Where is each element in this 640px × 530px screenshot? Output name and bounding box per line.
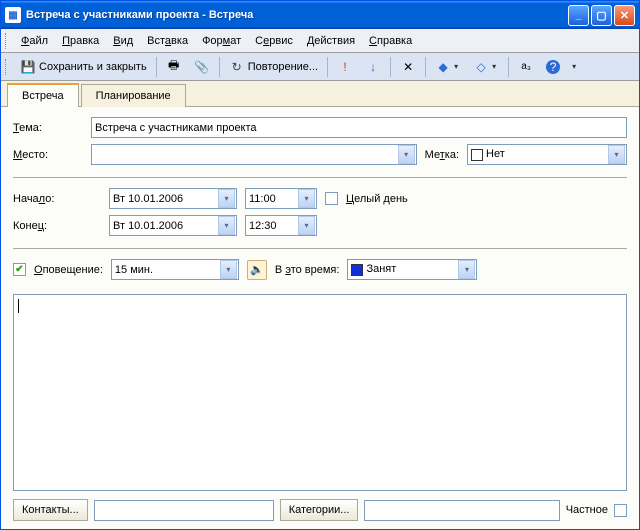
- tab-meeting[interactable]: Встреча: [7, 83, 79, 107]
- reminder-combo[interactable]: 15 мин. ▾: [111, 259, 239, 280]
- contacts-button[interactable]: Контакты...: [13, 499, 88, 521]
- chevron-up-icon: ◆: [435, 59, 451, 75]
- start-date-value: Вт 10.01.2006: [110, 193, 218, 205]
- menu-format[interactable]: Формат: [196, 32, 247, 50]
- end-date-combo[interactable]: Вт 10.01.2006 ▾: [109, 215, 237, 236]
- categories-input[interactable]: [364, 500, 559, 521]
- subject-label: Тема:: [13, 122, 83, 134]
- importance-low-button[interactable]: ↓: [360, 56, 386, 78]
- sound-button[interactable]: 🔈: [247, 260, 267, 280]
- delete-button[interactable]: ✕: [395, 56, 421, 78]
- busy-label: В это время:: [275, 264, 340, 276]
- end-date-value: Вт 10.01.2006: [110, 220, 218, 232]
- chevron-down-icon: ▾: [572, 62, 579, 71]
- prev-item-button[interactable]: ◆▾: [430, 56, 466, 78]
- form-panel: Тема: Место: ▾ Метка: Нет ▾ Начало: Вт 1…: [1, 107, 639, 529]
- chevron-down-icon[interactable]: ▾: [458, 260, 475, 279]
- window-title: Встреча с участниками проекта - Встреча: [26, 9, 568, 21]
- reminder-label: Оповещение:: [34, 264, 103, 276]
- chevron-down-nav-icon: ◇: [473, 59, 489, 75]
- menu-file[interactable]: Файл: [15, 32, 54, 50]
- start-label: Начало:: [13, 193, 101, 205]
- ab-icon: a₃: [518, 59, 534, 75]
- chevron-down-icon[interactable]: ▾: [298, 216, 315, 235]
- busy-swatch: [351, 264, 363, 276]
- attach-button[interactable]: 📎: [189, 56, 215, 78]
- app-icon: ▦: [5, 7, 21, 23]
- menu-service[interactable]: Сервис: [249, 32, 299, 50]
- marker-swatch: [471, 149, 483, 161]
- menubar: Файл Правка Вид Вставка Формат Сервис Де…: [1, 29, 639, 53]
- start-date-combo[interactable]: Вт 10.01.2006 ▾: [109, 188, 237, 209]
- busy-value: Занят: [348, 263, 458, 275]
- chevron-down-icon[interactable]: ▾: [298, 189, 315, 208]
- ab-button[interactable]: a₃: [513, 56, 539, 78]
- private-label: Частное: [566, 504, 608, 516]
- next-item-button[interactable]: ◇▾: [468, 56, 504, 78]
- menu-handle[interactable]: [5, 33, 9, 49]
- save-close-button[interactable]: 💾 Сохранить и закрыть: [15, 56, 152, 78]
- contacts-input[interactable]: [94, 500, 274, 521]
- allday-label: Целый день: [346, 193, 408, 205]
- end-time-combo[interactable]: 12:30 ▾: [245, 215, 317, 236]
- toolbar-handle[interactable]: [5, 59, 9, 75]
- end-time-value: 12:30: [246, 220, 298, 232]
- chevron-down-icon[interactable]: ▾: [218, 189, 235, 208]
- private-checkbox[interactable]: [614, 504, 627, 517]
- menu-view[interactable]: Вид: [107, 32, 139, 50]
- meeting-window: ▦ Встреча с участниками проекта - Встреч…: [0, 0, 640, 530]
- chevron-down-icon: ▾: [454, 62, 461, 71]
- menu-insert[interactable]: Вставка: [141, 32, 194, 50]
- body-textarea[interactable]: [13, 294, 627, 491]
- arrow-down-icon: ↓: [365, 59, 381, 75]
- print-button[interactable]: 🖶: [161, 56, 187, 78]
- allday-checkbox[interactable]: [325, 192, 338, 205]
- location-label: Место:: [13, 149, 83, 161]
- marker-label: Метка:: [425, 149, 459, 161]
- marker-value: Нет: [468, 148, 608, 160]
- reminder-value: 15 мин.: [112, 264, 220, 276]
- paperclip-icon: 📎: [194, 59, 210, 75]
- chevron-down-icon[interactable]: ▾: [220, 260, 237, 279]
- recurrence-button[interactable]: ↻ Повторение...: [224, 56, 323, 78]
- minimize-button[interactable]: _: [568, 5, 589, 26]
- recurrence-label: Повторение...: [248, 61, 318, 73]
- importance-high-button[interactable]: !: [332, 56, 358, 78]
- end-label: Конец:: [13, 220, 101, 232]
- chevron-down-icon: ▾: [492, 62, 499, 71]
- location-combo[interactable]: ▾: [91, 144, 417, 165]
- menu-edit[interactable]: Правка: [56, 32, 105, 50]
- toolbar: 💾 Сохранить и закрыть 🖶 📎 ↻ Повторение..…: [1, 53, 639, 81]
- chevron-down-icon[interactable]: ▾: [608, 145, 625, 164]
- recurrence-icon: ↻: [229, 59, 245, 75]
- start-time-combo[interactable]: 11:00 ▾: [245, 188, 317, 209]
- tabstrip: Встреча Планирование: [1, 81, 639, 107]
- categories-button[interactable]: Категории...: [280, 499, 359, 521]
- delete-icon: ✕: [400, 59, 416, 75]
- maximize-button[interactable]: ▢: [591, 5, 612, 26]
- chevron-down-icon[interactable]: ▾: [398, 145, 415, 164]
- titlebar: ▦ Встреча с участниками проекта - Встреч…: [1, 1, 639, 29]
- tab-planning[interactable]: Планирование: [81, 84, 186, 107]
- menu-help[interactable]: Справка: [363, 32, 418, 50]
- close-button[interactable]: ✕: [614, 5, 635, 26]
- exclaim-icon: !: [337, 59, 353, 75]
- menu-actions[interactable]: Действия: [301, 32, 361, 50]
- subject-input[interactable]: [91, 117, 627, 138]
- marker-combo[interactable]: Нет ▾: [467, 144, 627, 165]
- save-close-label: Сохранить и закрыть: [39, 61, 147, 73]
- help-icon: ?: [546, 60, 560, 74]
- chevron-down-icon[interactable]: ▾: [218, 216, 235, 235]
- busy-combo[interactable]: Занят ▾: [347, 259, 477, 280]
- save-icon: 💾: [20, 59, 36, 75]
- help-button[interactable]: ?: [541, 56, 565, 78]
- toolbar-overflow[interactable]: ▾: [567, 56, 584, 78]
- print-icon: 🖶: [166, 59, 182, 75]
- reminder-checkbox[interactable]: ✔: [13, 263, 26, 276]
- speaker-icon: 🔈: [250, 263, 264, 276]
- start-time-value: 11:00: [246, 193, 298, 205]
